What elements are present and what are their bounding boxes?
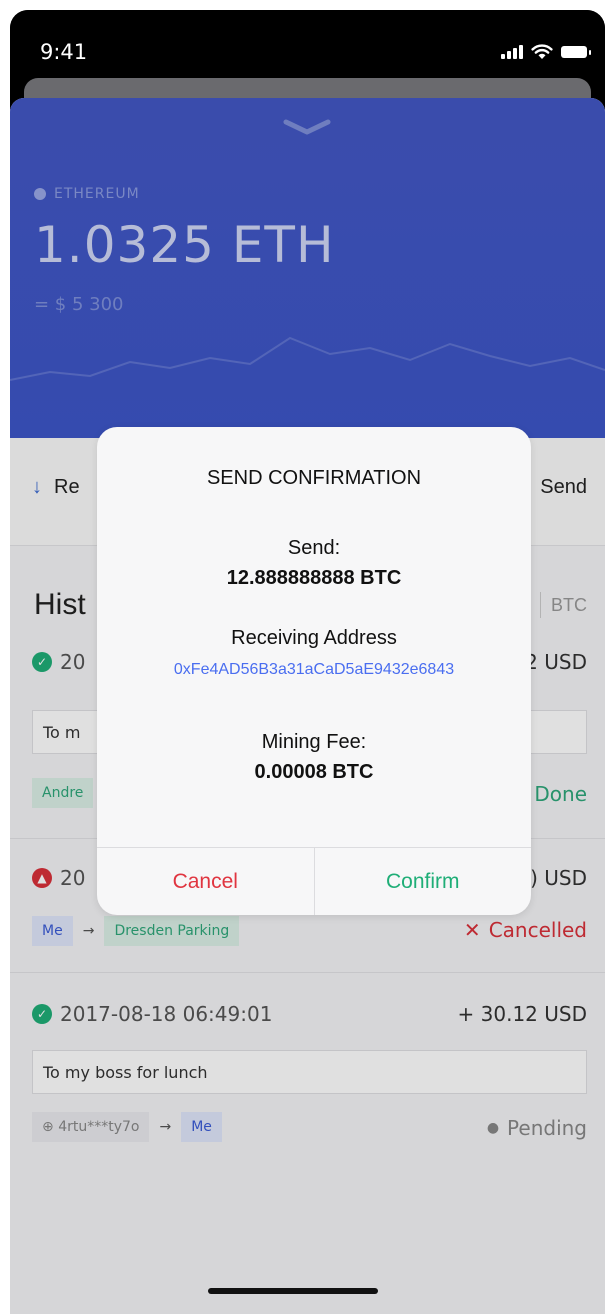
send-amount: 12.888888888 BTC	[226, 567, 402, 589]
dialog-footer: Cancel Confirm	[97, 847, 531, 915]
confirm-button[interactable]: Confirm	[315, 848, 532, 915]
home-indicator[interactable]	[208, 1288, 378, 1294]
mining-fee-label: Mining Fee:	[261, 731, 367, 753]
cancel-button[interactable]: Cancel	[97, 848, 315, 915]
signal-icon	[501, 45, 523, 59]
dialog-title: SEND CONFIRMATION	[206, 467, 422, 489]
wifi-icon	[531, 44, 553, 59]
send-label: Send:	[287, 537, 341, 559]
mining-fee-amount: 0.00008 BTC	[254, 761, 374, 783]
send-confirmation-dialog: SEND CONFIRMATION Send: 12.888888888 BTC…	[97, 427, 531, 915]
wallet-screen: ETHEREUM 1.0325 ETH = $ 5 300 ↓ Re Send …	[10, 98, 605, 1314]
status-icons	[501, 44, 591, 60]
status-time: 9:41	[40, 40, 88, 64]
receiving-address[interactable]: 0xFe4AD56B3a31aCaD5aE9432e6843	[97, 661, 531, 679]
phone-frame: 9:41 ETHEREUM 1.0325 ETH = $ 5 300 ↓ Re …	[10, 10, 605, 1314]
receiving-address-label: Receiving Address	[231, 627, 397, 649]
battery-icon	[561, 46, 591, 58]
